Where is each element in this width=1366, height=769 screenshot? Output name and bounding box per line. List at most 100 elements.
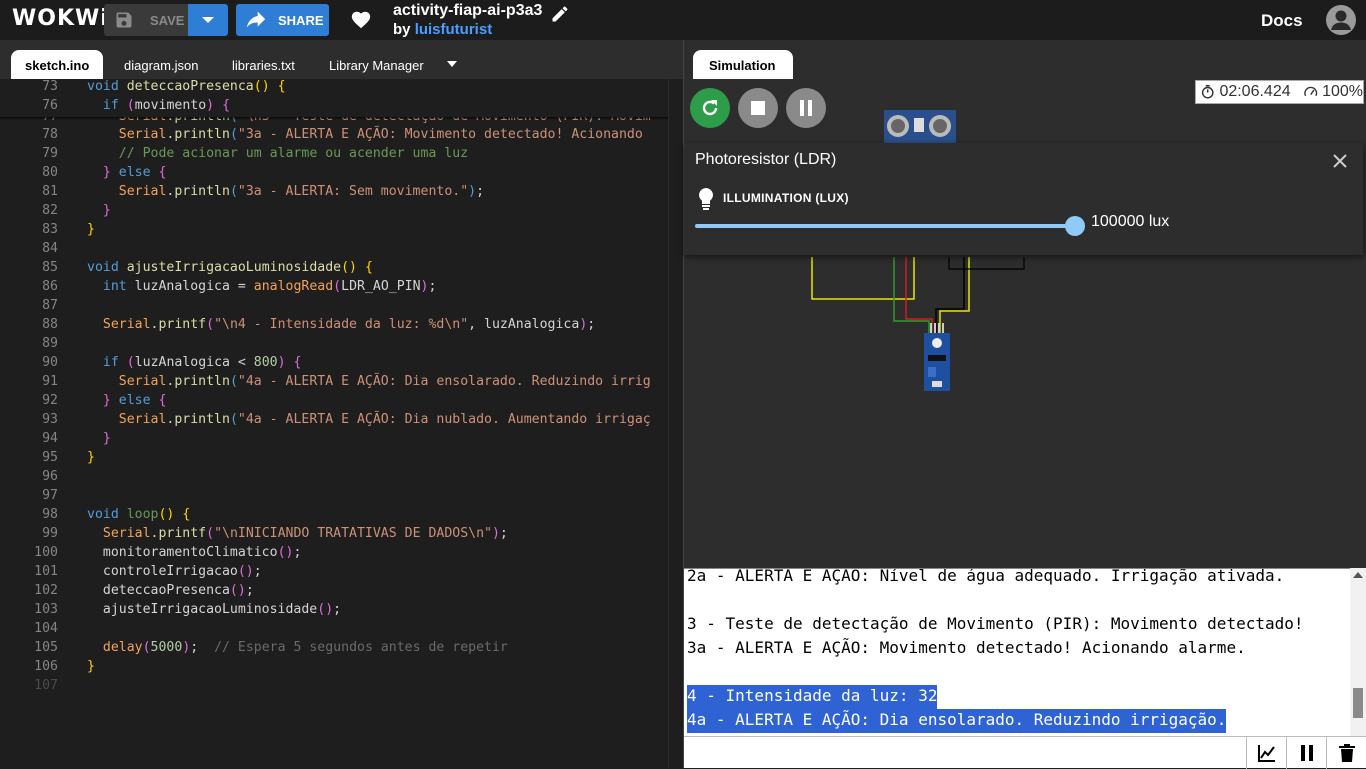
- tab-menu-caret-icon[interactable]: [446, 60, 458, 68]
- tab-library-manager[interactable]: Library Manager: [315, 50, 438, 79]
- code-line: 104: [34, 621, 58, 636]
- code-line: 105 delay(5000); // Espera 5 segundos an…: [34, 640, 508, 655]
- clear-serial-button[interactable]: [1326, 737, 1366, 769]
- code-line: 80 } else {: [42, 165, 167, 180]
- code-line: 84: [42, 241, 58, 256]
- ldr-panel-title: Photoresistor (LDR): [695, 151, 837, 168]
- speedometer-icon: [1303, 86, 1317, 97]
- save-button[interactable]: SAVE: [104, 4, 188, 36]
- serial-line: 3 - Teste de detectação de Movimento (PI…: [687, 614, 1304, 633]
- code-line: 99 Serial.printf("\nINICIANDO TRATATIVAS…: [42, 526, 508, 541]
- simulation-timer: 02:06.424 100%: [1195, 80, 1364, 104]
- avatar[interactable]: [1326, 5, 1356, 35]
- serial-input[interactable]: [684, 737, 1244, 768]
- ldr-module[interactable]: [922, 323, 952, 393]
- tab-simulation[interactable]: Simulation: [693, 50, 793, 79]
- code-line: 94 }: [42, 431, 111, 446]
- code-line: 79 // Pode acionar um alarme ou acender …: [42, 146, 469, 161]
- lightbulb-icon: [699, 188, 713, 210]
- code-line: 81 Serial.println("3a - ALERTA: Sem movi…: [42, 184, 485, 199]
- illumination-value: 100000 lux: [1091, 213, 1170, 230]
- editor-scrollbar[interactable]: [668, 79, 683, 768]
- chart-line-icon: [1257, 745, 1275, 762]
- trash-icon: [1338, 744, 1355, 762]
- code-line: 86 int luzAnalogica = analogRead(LDR_AO_…: [42, 279, 437, 294]
- code-line: 89: [42, 336, 58, 351]
- stopwatch-icon: [1201, 84, 1214, 99]
- code-line: 95}: [42, 450, 95, 465]
- editor-tab-bar: sketch.ino diagram.json libraries.txt Li…: [0, 40, 683, 79]
- code-line: 78 Serial.println("3a - ALERTA E AÇÃO: M…: [42, 127, 643, 142]
- serial-monitor[interactable]: 2a - ALERTA E AÇÃO: Nível de água adequa…: [684, 568, 1366, 736]
- author-link[interactable]: luisfuturist: [415, 21, 493, 38]
- code-line: 82 }: [42, 203, 111, 218]
- tab-diagram-json[interactable]: diagram.json: [110, 50, 212, 79]
- code-line: 87: [42, 298, 58, 313]
- code-line: 100 monitoramentoClimatico();: [34, 545, 302, 560]
- scroll-up-icon[interactable]: [1353, 572, 1363, 578]
- illumination-label: ILLUMINATION (LUX): [723, 191, 849, 205]
- code-line: 98 void loop() {: [42, 507, 191, 522]
- code-line: 107: [34, 678, 58, 693]
- pause-button[interactable]: [786, 88, 826, 128]
- share-icon: [246, 11, 266, 28]
- stop-button[interactable]: [738, 88, 778, 128]
- serial-scrollbar[interactable]: [1350, 568, 1366, 736]
- pencil-icon[interactable]: [550, 4, 570, 24]
- simulation-tab-bar: Simulation: [684, 40, 1366, 79]
- ultrasonic-sensor[interactable]: [884, 110, 956, 146]
- plotter-button[interactable]: [1246, 737, 1286, 769]
- sticky-scroll-shadow: [0, 117, 668, 120]
- top-bar: WOKWi SAVE SHARE activity-fiap-ai-p3a3 b…: [0, 0, 1366, 40]
- heart-icon[interactable]: [350, 9, 372, 31]
- chevron-down-icon: [202, 17, 214, 23]
- by-prefix: by: [393, 21, 415, 38]
- close-icon[interactable]: [1332, 153, 1348, 169]
- speed-value: 100%: [1322, 83, 1363, 100]
- restart-button[interactable]: [690, 88, 730, 128]
- code-line: 102 deteccaoPresenca();: [34, 583, 254, 598]
- illumination-slider-thumb[interactable]: [1065, 216, 1085, 236]
- code-line: 103 ajusteIrrigacaoLuminosidade();: [34, 602, 342, 617]
- code-line: 90 if (luzAnalogica < 800) {: [42, 355, 302, 370]
- pause-icon: [800, 100, 812, 116]
- restart-icon: [702, 100, 718, 116]
- code-line: 91 Serial.println("4a - ALERTA E AÇÃO: D…: [42, 374, 651, 389]
- illumination-slider-track[interactable]: [695, 224, 1075, 228]
- project-title: activity-fiap-ai-p3a3: [393, 2, 543, 19]
- serial-scroll-thumb[interactable]: [1353, 688, 1363, 718]
- serial-pause-button[interactable]: [1286, 737, 1326, 769]
- share-button[interactable]: SHARE: [236, 4, 329, 36]
- code-editor[interactable]: 73 void deteccaoPresenca() { 76 if (movim…: [0, 79, 683, 768]
- code-line: 93 Serial.println("4a - ALERTA E AÇÃO: D…: [42, 412, 651, 427]
- wokwi-logo[interactable]: WOKWi: [12, 6, 109, 31]
- timer-value: 02:06.424: [1219, 83, 1291, 100]
- code-line: 73 void deteccaoPresenca() {: [42, 79, 286, 94]
- ldr-control-panel: Photoresistor (LDR) ILLUMINATION (LUX) 1…: [684, 143, 1363, 255]
- pause-icon: [1300, 745, 1313, 761]
- code-line: 83}: [42, 222, 95, 237]
- code-line: 96: [42, 469, 58, 484]
- user-icon: [1331, 10, 1351, 30]
- project-author: by luisfuturist: [393, 21, 492, 38]
- save-dropdown-button[interactable]: [188, 4, 228, 36]
- tab-sketch-ino[interactable]: sketch.ino: [11, 50, 104, 79]
- serial-line: 2a - ALERTA E AÇÃO: Nível de água adequa…: [687, 568, 1285, 585]
- stop-icon: [751, 101, 765, 115]
- serial-line: 3a - ALERTA E AÇÃO: Movimento detectado!…: [687, 638, 1246, 657]
- code-line: 76 if (movimento) {: [42, 98, 231, 113]
- code-line: 88 Serial.printf("\n4 - Intensidade da l…: [42, 317, 596, 332]
- serial-footer: [684, 736, 1366, 769]
- save-button-label: SAVE: [150, 12, 185, 28]
- serial-line-selected: 4 - Intensidade da luz: 32: [687, 685, 938, 709]
- docs-link[interactable]: Docs: [1261, 11, 1303, 31]
- share-button-label: SHARE: [278, 12, 324, 28]
- code-line: 97: [42, 488, 58, 503]
- code-line: 101 controleIrrigacao();: [34, 564, 262, 579]
- serial-line-selected: 4a - ALERTA E AÇÃO: Dia ensolarado. Redu…: [687, 709, 1227, 733]
- code-line: 85 void ajusteIrrigacaoLuminosidade() {: [42, 260, 373, 275]
- code-line: 92 } else {: [42, 393, 167, 408]
- save-icon: [116, 12, 132, 28]
- code-line: 106}: [34, 659, 95, 674]
- tab-libraries-txt[interactable]: libraries.txt: [218, 50, 309, 79]
